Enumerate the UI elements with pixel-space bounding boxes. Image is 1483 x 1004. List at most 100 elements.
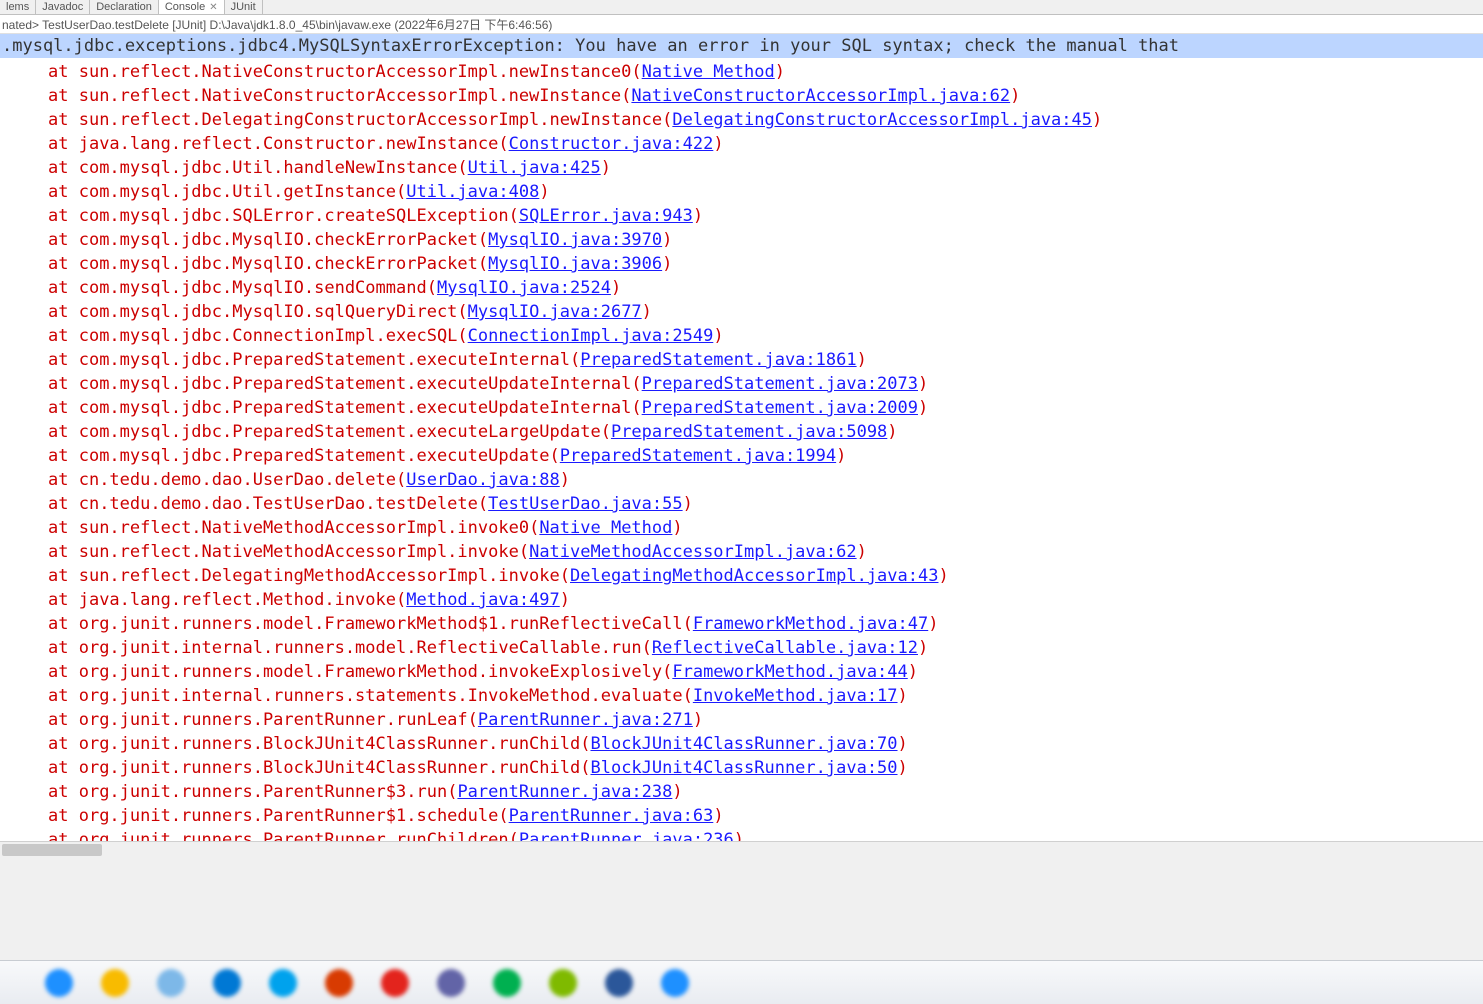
source-link[interactable]: SQLError.java:943 — [519, 206, 693, 226]
paren-open: ( — [509, 206, 519, 226]
app-icon — [549, 969, 577, 997]
tab-lems[interactable]: lems — [0, 0, 36, 14]
taskbar-app-button[interactable] — [264, 968, 302, 998]
source-link[interactable]: BlockJUnit4ClassRunner.java:50 — [590, 758, 897, 778]
taskbar-app-button[interactable] — [600, 968, 638, 998]
source-link[interactable]: Native Method — [642, 62, 775, 82]
source-link[interactable]: FrameworkMethod.java:44 — [672, 662, 907, 682]
paren-open: ( — [580, 734, 590, 754]
at-keyword: at — [48, 350, 79, 370]
stack-call: com.mysql.jdbc.ConnectionImpl.execSQL — [79, 326, 458, 346]
source-link[interactable]: MysqlIO.java:2677 — [468, 302, 642, 322]
source-link[interactable]: MysqlIO.java:3906 — [488, 254, 662, 274]
taskbar-app-button[interactable] — [376, 968, 414, 998]
source-link[interactable]: DelegatingConstructorAccessorImpl.java:4… — [672, 110, 1092, 130]
taskbar-app-button[interactable] — [152, 968, 190, 998]
app-icon — [325, 969, 353, 997]
taskbar-app-button[interactable] — [208, 968, 246, 998]
stack-frame: at sun.reflect.NativeConstructorAccessor… — [0, 84, 1483, 108]
paren-close: ) — [898, 758, 908, 778]
app-icon — [213, 969, 241, 997]
source-link[interactable]: FrameworkMethod.java:47 — [693, 614, 928, 634]
source-link[interactable]: ParentRunner.java:271 — [478, 710, 693, 730]
at-keyword: at — [48, 134, 79, 154]
paren-open: ( — [631, 62, 641, 82]
source-link[interactable]: MysqlIO.java:2524 — [437, 278, 611, 298]
source-link[interactable]: DelegatingMethodAccessorImpl.java:43 — [570, 566, 938, 586]
paren-close: ) — [938, 566, 948, 586]
paren-open: ( — [427, 278, 437, 298]
scrollbar-thumb[interactable] — [2, 844, 102, 856]
source-link[interactable]: PreparedStatement.java:1994 — [560, 446, 836, 466]
stack-frame: at com.mysql.jdbc.MysqlIO.sqlQueryDirect… — [0, 300, 1483, 324]
taskbar-app-button[interactable] — [432, 968, 470, 998]
at-keyword: at — [48, 734, 79, 754]
tab-declaration[interactable]: Declaration — [90, 0, 159, 14]
paren-open: ( — [498, 134, 508, 154]
at-keyword: at — [48, 686, 79, 706]
stack-frame: at com.mysql.jdbc.PreparedStatement.exec… — [0, 420, 1483, 444]
paren-close: ) — [775, 62, 785, 82]
stack-frame: at com.mysql.jdbc.PreparedStatement.exec… — [0, 372, 1483, 396]
close-icon[interactable]: ✕ — [209, 2, 217, 13]
paren-open: ( — [478, 254, 488, 274]
paren-open: ( — [457, 302, 467, 322]
source-link[interactable]: PreparedStatement.java:1861 — [580, 350, 856, 370]
taskbar[interactable] — [0, 960, 1483, 1004]
taskbar-app-button[interactable] — [656, 968, 694, 998]
stack-frame: at com.mysql.jdbc.ConnectionImpl.execSQL… — [0, 324, 1483, 348]
source-link[interactable]: Util.java:425 — [468, 158, 601, 178]
source-link[interactable]: NativeConstructorAccessorImpl.java:62 — [631, 86, 1010, 106]
app-icon — [269, 969, 297, 997]
source-link[interactable]: UserDao.java:88 — [406, 470, 560, 490]
stack-frame: at com.mysql.jdbc.PreparedStatement.exec… — [0, 348, 1483, 372]
source-link[interactable]: Method.java:497 — [406, 590, 560, 610]
exception-line: .mysql.jdbc.exceptions.jdbc4.MySQLSyntax… — [0, 34, 1483, 58]
tab-javadoc[interactable]: Javadoc — [36, 0, 90, 14]
source-link[interactable]: ParentRunner.java:238 — [457, 782, 672, 802]
stack-call: sun.reflect.NativeMethodAccessorImpl.inv… — [79, 518, 529, 538]
taskbar-app-button[interactable] — [544, 968, 582, 998]
paren-open: ( — [631, 398, 641, 418]
taskbar-app-button[interactable] — [96, 968, 134, 998]
paren-close: ) — [836, 446, 846, 466]
source-link[interactable]: MysqlIO.java:3970 — [488, 230, 662, 250]
paren-close: ) — [887, 422, 897, 442]
at-keyword: at — [48, 254, 79, 274]
source-link[interactable]: ParentRunner.java:63 — [509, 806, 714, 826]
stack-call: org.junit.runners.ParentRunner.runLeaf — [79, 710, 468, 730]
tab-console[interactable]: Console✕ — [159, 0, 225, 14]
app-icon — [157, 969, 185, 997]
paren-open: ( — [683, 614, 693, 634]
source-link[interactable]: NativeMethodAccessorImpl.java:62 — [529, 542, 857, 562]
horizontal-scrollbar[interactable] — [0, 841, 1483, 858]
stack-frame: at com.mysql.jdbc.PreparedStatement.exec… — [0, 444, 1483, 468]
paren-open: ( — [662, 110, 672, 130]
stack-frame: at org.junit.runners.ParentRunner.runLea… — [0, 708, 1483, 732]
taskbar-app-button[interactable] — [488, 968, 526, 998]
taskbar-app-button[interactable] — [40, 968, 78, 998]
stack-frame: at com.mysql.jdbc.Util.getInstance(Util.… — [0, 180, 1483, 204]
tab-junit[interactable]: JUnit — [225, 0, 263, 14]
source-link[interactable]: ReflectiveCallable.java:12 — [652, 638, 918, 658]
source-link[interactable]: Util.java:408 — [406, 182, 539, 202]
source-link[interactable]: ConnectionImpl.java:2549 — [468, 326, 714, 346]
at-keyword: at — [48, 182, 79, 202]
at-keyword: at — [48, 302, 79, 322]
source-link[interactable]: PreparedStatement.java:2073 — [642, 374, 918, 394]
taskbar-app-button[interactable] — [320, 968, 358, 998]
source-link[interactable]: BlockJUnit4ClassRunner.java:70 — [590, 734, 897, 754]
stack-frame: at org.junit.runners.model.FrameworkMeth… — [0, 612, 1483, 636]
source-link[interactable]: TestUserDao.java:55 — [488, 494, 682, 514]
paren-open: ( — [560, 566, 570, 586]
at-keyword: at — [48, 446, 79, 466]
source-link[interactable]: Constructor.java:422 — [509, 134, 714, 154]
at-keyword: at — [48, 374, 79, 394]
at-keyword: at — [48, 206, 79, 226]
source-link[interactable]: PreparedStatement.java:5098 — [611, 422, 887, 442]
source-link[interactable]: PreparedStatement.java:2009 — [642, 398, 918, 418]
tab-label: JUnit — [231, 1, 256, 13]
source-link[interactable]: Native Method — [539, 518, 672, 538]
source-link[interactable]: InvokeMethod.java:17 — [693, 686, 898, 706]
stack-frame: at sun.reflect.NativeConstructorAccessor… — [0, 60, 1483, 84]
